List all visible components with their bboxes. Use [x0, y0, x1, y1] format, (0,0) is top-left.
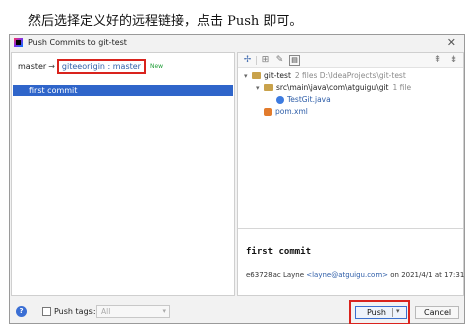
commit-date: on 2021/4/1 at 17:31 [390, 271, 465, 279]
remote-branch-link[interactable]: giteeorigin : master [56, 58, 146, 74]
arrow-icon: → [48, 61, 55, 71]
push-tags-checkbox[interactable] [42, 307, 51, 316]
push-tags-label: Push tags: [54, 307, 96, 316]
dialog-titlebar: Push Commits to git-test ✕ [10, 35, 464, 51]
preview-icon[interactable]: ▤ [289, 55, 300, 66]
instruction-caption: 然后选择定义好的远程链接，点击 Push 即可。 [28, 14, 303, 29]
tree-root-name: git-test [264, 71, 291, 80]
commit-hash-author: e63728ac Layne [246, 271, 305, 279]
commit-message: first commit [29, 86, 78, 95]
chevron-down-icon: ▾ [162, 307, 166, 315]
cancel-button[interactable]: Cancel [415, 306, 459, 319]
help-button[interactable]: ? [16, 306, 27, 317]
commit-author-email[interactable]: <layne@atguigu.com> [306, 271, 388, 279]
toolbar-divider [256, 56, 257, 65]
push-tags-select[interactable]: All ▾ [96, 305, 170, 318]
cancel-button-label: Cancel [424, 308, 452, 317]
expand-icon[interactable]: ⊞ [260, 55, 271, 66]
tree-file-xml[interactable]: pom.xml [264, 106, 308, 117]
folder-icon [264, 84, 273, 91]
intellij-logo-icon [14, 38, 23, 47]
pane-divider[interactable] [238, 228, 463, 229]
dialog-footer: ? Push tags: All ▾ Push ▾ Cancel [10, 298, 464, 324]
push-tags-value: All [101, 307, 111, 316]
chevron-down-icon[interactable]: ▾ [396, 307, 400, 315]
java-file-name: TestGit.java [287, 95, 331, 104]
expand-all-icon[interactable]: ⇞ [432, 55, 443, 66]
tree-root-meta: 2 files D:\IdeaProjects\git-test [294, 71, 406, 80]
commits-pane: master → giteeorigin : master New first … [11, 52, 235, 296]
folder-icon [252, 72, 261, 79]
changes-pane: ✢ ⊞ ✎ ▤ ⇞ ⇟ ▾ git-test 2 files D:\IdeaPr… [237, 52, 464, 296]
tree-folder[interactable]: ▾ src\main\java\com\atguigu\git 1 file [256, 82, 411, 93]
new-badge: New [149, 62, 164, 70]
dialog-title: Push Commits to git-test [28, 38, 127, 47]
push-button[interactable]: Push ▾ [355, 306, 407, 319]
local-branch: master [18, 61, 47, 71]
branch-mapping: master → giteeorigin : master New [18, 58, 164, 74]
changes-toolbar: ✢ ⊞ ✎ ▤ ⇞ ⇟ [238, 53, 463, 68]
pin-icon[interactable]: ✢ [242, 55, 253, 66]
push-button-label: Push [367, 308, 386, 317]
tree-root[interactable]: ▾ git-test 2 files D:\IdeaProjects\git-t… [244, 70, 406, 81]
commit-list-item[interactable]: first commit [13, 85, 233, 96]
commit-detail-info: e63728ac Layne <layne@atguigu.com> on 20… [246, 271, 464, 279]
push-commits-dialog: Push Commits to git-test ✕ master → gite… [9, 34, 465, 324]
collapse-all-icon[interactable]: ⇟ [448, 55, 459, 66]
chevron-down-icon: ▾ [256, 83, 260, 92]
split-divider [392, 308, 393, 317]
maven-file-icon [264, 107, 272, 116]
tree-file-java[interactable]: TestGit.java [276, 94, 331, 105]
java-file-icon [276, 95, 284, 104]
tree-folder-name: src\main\java\com\atguigu\git [276, 83, 389, 92]
edit-icon[interactable]: ✎ [274, 55, 285, 66]
chevron-down-icon: ▾ [244, 71, 248, 80]
close-icon[interactable]: ✕ [447, 36, 456, 49]
xml-file-name: pom.xml [275, 107, 308, 116]
commit-detail-message: first commit [246, 247, 312, 257]
tree-folder-meta: 1 file [392, 83, 412, 92]
